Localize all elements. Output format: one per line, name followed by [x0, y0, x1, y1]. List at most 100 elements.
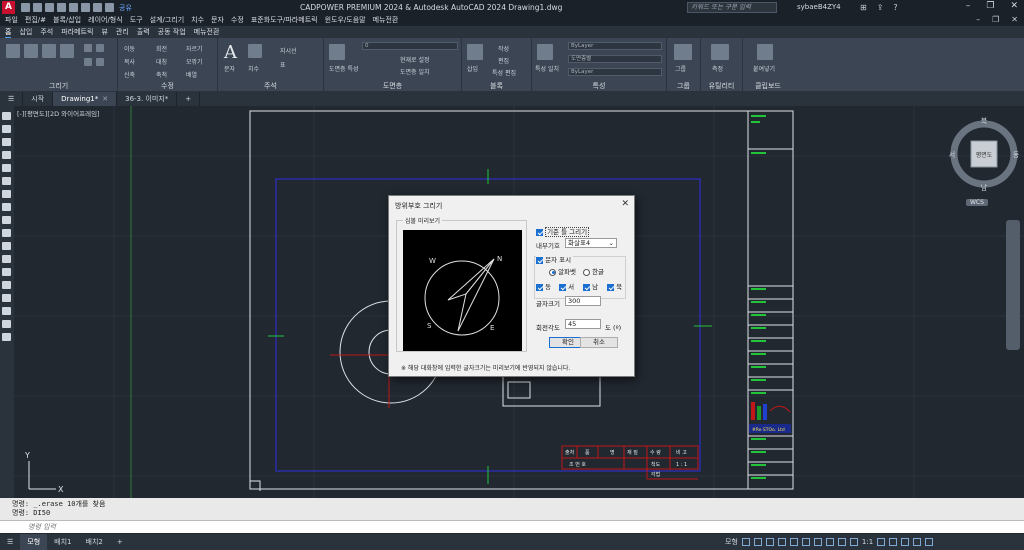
ellipse-icon[interactable]	[84, 58, 92, 66]
navigation-bar[interactable]	[1006, 220, 1020, 350]
menu-standard[interactable]: 표준화도구/파라메트릭	[251, 15, 318, 26]
group-icon[interactable]	[674, 44, 692, 60]
minimize-icon[interactable]: –	[966, 1, 971, 11]
search-input[interactable]: 키워드 또는 구문 입력	[687, 2, 777, 13]
tab-parametric[interactable]: 파라메트릭	[61, 26, 93, 38]
text-tool-icon[interactable]: A	[224, 42, 237, 63]
customize-status-icon[interactable]	[925, 538, 934, 546]
doc-tab-image[interactable]: 36-3. 이미지*	[117, 92, 178, 106]
rotation-input[interactable]: 45	[565, 319, 601, 329]
south-option[interactable]: 남	[583, 281, 598, 291]
help-icon[interactable]: ?	[893, 3, 897, 12]
menu-layer[interactable]: 레이어/형식	[88, 15, 123, 26]
viewcube[interactable]: 평면도 북 남 동 서	[949, 116, 1019, 191]
tab-home[interactable]: 홈	[5, 26, 12, 38]
base-frame-option[interactable]: 기준 틀 그리기	[536, 226, 590, 237]
tool-icon[interactable]	[2, 294, 11, 302]
dialog-close-icon[interactable]: ✕	[621, 199, 629, 209]
measure-button[interactable]: 측정	[712, 64, 723, 73]
base-frame-checkbox[interactable]	[536, 228, 543, 236]
tool-icon[interactable]	[2, 268, 11, 276]
panel-groups-title[interactable]: 그룹	[667, 81, 700, 91]
doc-close-icon[interactable]: ✕	[1011, 15, 1018, 24]
gear-icon[interactable]	[877, 538, 886, 546]
new-tab-icon[interactable]: +	[177, 92, 201, 106]
menu-modify[interactable]: 수정	[231, 15, 244, 26]
tool-icon[interactable]	[2, 281, 11, 289]
arc-icon[interactable]	[60, 44, 74, 58]
match-properties-button[interactable]: 특성 일치	[535, 64, 559, 73]
viewcube-east[interactable]: 동	[1013, 151, 1019, 159]
doc-tab-start[interactable]: 시작	[23, 92, 54, 106]
tab-view[interactable]: 뷰	[101, 26, 107, 38]
stretch-button[interactable]: 신축	[124, 70, 135, 79]
korean-radio[interactable]	[583, 268, 590, 276]
panel-annotation-title[interactable]: 주석	[218, 81, 323, 91]
panel-layers-title[interactable]: 도면층	[324, 81, 461, 91]
tab-menu-switch[interactable]: 메뉴전환	[194, 26, 220, 38]
measure-icon[interactable]	[711, 44, 729, 60]
menu-file[interactable]: 파일	[5, 15, 18, 26]
polyline-icon[interactable]	[24, 44, 38, 58]
north-option[interactable]: 북	[607, 281, 622, 291]
close-tab-icon[interactable]: ✕	[102, 95, 108, 103]
text-button[interactable]: 문자	[224, 64, 235, 73]
viewcube-north[interactable]: 북	[981, 117, 988, 125]
tool-icon[interactable]	[2, 190, 11, 198]
copy-button[interactable]: 복사	[124, 57, 135, 66]
north-checkbox[interactable]	[607, 283, 614, 291]
doc-minimize-icon[interactable]: –	[976, 15, 980, 24]
tool-icon[interactable]	[2, 138, 11, 146]
table-button[interactable]: 표	[280, 60, 286, 69]
user-account[interactable]: sybaeB4ZY4	[797, 3, 841, 11]
tool-icon[interactable]	[2, 307, 11, 315]
trim-button[interactable]: 자르기	[186, 44, 203, 53]
rotate-button[interactable]: 회전	[156, 44, 167, 53]
viewcube-top-face[interactable]: 평면도	[976, 151, 993, 159]
undo-icon[interactable]	[93, 3, 102, 12]
cancel-button[interactable]: 취소	[580, 337, 618, 348]
grid-icon[interactable]	[741, 538, 750, 546]
tool-icon[interactable]	[2, 216, 11, 224]
edit-block-button[interactable]: 편집	[498, 56, 509, 65]
layer-dropdown[interactable]: 0	[362, 42, 458, 50]
workspace-icon[interactable]	[889, 538, 898, 546]
tool-icon[interactable]	[2, 242, 11, 250]
match-layer-button[interactable]: 도면층 일치	[400, 67, 430, 76]
east-option[interactable]: 동	[536, 281, 551, 291]
add-layout-icon[interactable]: +	[110, 534, 130, 550]
panel-modify-title[interactable]: 수정	[118, 81, 217, 91]
snap-icon[interactable]	[753, 538, 762, 546]
web-icon[interactable]	[69, 3, 78, 12]
tool-icon[interactable]	[2, 229, 11, 237]
west-option[interactable]: 서	[559, 281, 574, 291]
viewcube-west[interactable]: 서	[949, 150, 955, 159]
tool-icon[interactable]	[2, 177, 11, 185]
otrack-icon[interactable]	[801, 538, 810, 546]
panel-properties-title[interactable]: 특성	[532, 81, 666, 91]
dimension-button[interactable]: 치수	[248, 64, 259, 73]
ortho-icon[interactable]	[765, 538, 774, 546]
layer-properties-icon[interactable]	[329, 44, 345, 60]
layout-menu-icon[interactable]: ☰	[0, 534, 20, 550]
model-space-toggle[interactable]: 모형	[725, 537, 738, 547]
open-icon[interactable]	[33, 3, 42, 12]
close-icon[interactable]: ✕	[1010, 1, 1018, 11]
save-icon[interactable]	[45, 3, 54, 12]
osnap-icon[interactable]	[789, 538, 798, 546]
selection-cycling-icon[interactable]	[837, 538, 846, 546]
edit-attributes-button[interactable]: 특성 편집	[492, 68, 516, 77]
west-checkbox[interactable]	[559, 283, 566, 291]
hamburger-icon[interactable]: ☰	[0, 92, 24, 106]
panel-utilities-title[interactable]: 유틸리티	[701, 81, 742, 91]
menu-block[interactable]: 블록/삽입	[53, 15, 81, 26]
alphabet-option[interactable]: 알파벳	[549, 266, 576, 276]
tab-collaborate[interactable]: 공동 작업	[158, 26, 186, 38]
menu-switch[interactable]: 메뉴전환	[373, 15, 399, 26]
tool-icon[interactable]	[2, 112, 11, 120]
lineweight-icon[interactable]	[813, 538, 822, 546]
fullscreen-icon[interactable]	[913, 538, 922, 546]
panel-clipboard-title[interactable]: 클립보드	[743, 81, 793, 91]
tab-insert[interactable]: 삽입	[19, 26, 32, 38]
tool-icon[interactable]	[2, 203, 11, 211]
